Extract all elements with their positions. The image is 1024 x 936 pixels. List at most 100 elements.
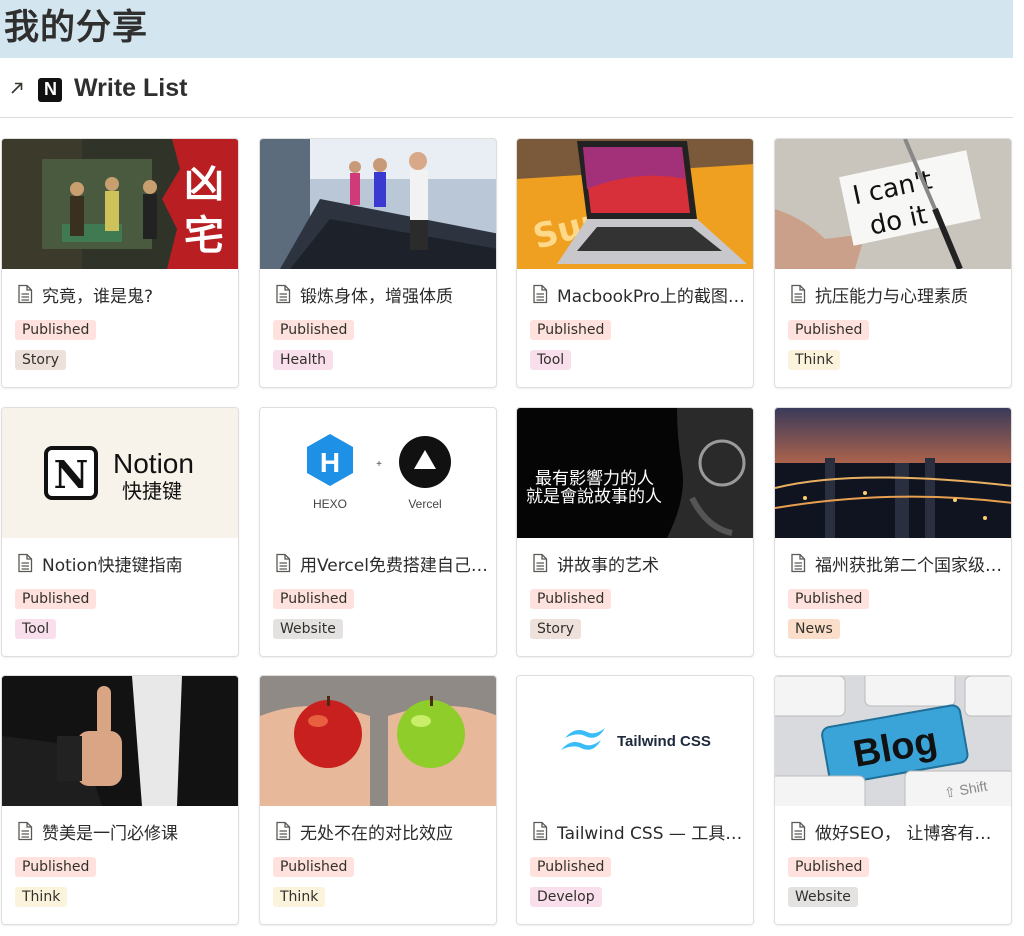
status-badge: Published xyxy=(530,589,612,609)
card-title-row: 抗压能力与心理素质 xyxy=(789,282,1007,307)
gallery-card[interactable]: Sunshi MacbookPro上的截图技巧 Published Tool xyxy=(516,138,754,388)
gallery-card[interactable]: H HEXO + Vercel 用Vercel免费搭建自己的博客 Publish… xyxy=(259,407,497,657)
card-title: 做好SEO， 让博客有更多访问 xyxy=(815,823,1007,844)
status-badge: Published xyxy=(273,857,355,877)
category-badge: Tool xyxy=(530,350,572,370)
card-title-row: 无处不在的对比效应 xyxy=(274,819,492,844)
card-cover xyxy=(2,676,238,806)
category-badge: Health xyxy=(273,350,333,370)
category-badge: Story xyxy=(530,619,581,639)
svg-text:Tailwind CSS: Tailwind CSS xyxy=(617,733,711,750)
svg-text:就是會說故事的人: 就是會說故事的人 xyxy=(526,487,662,507)
card-cover: H HEXO + Vercel xyxy=(260,408,496,538)
svg-text:快捷键: 快捷键 xyxy=(122,479,182,503)
page-icon xyxy=(18,553,33,573)
status-badge: Published xyxy=(530,857,612,877)
svg-text:Notion: Notion xyxy=(113,448,194,479)
status-badge: Published xyxy=(788,320,870,340)
database-header: Write List xyxy=(0,70,1013,118)
category-badge: News xyxy=(788,619,840,639)
card-title: 福州获批第二个国家级新区 xyxy=(815,555,1007,576)
card-title: 锻炼身体，增强体质 xyxy=(300,286,453,307)
card-title-row: 赞美是一门必修课 xyxy=(16,819,234,844)
gallery-card[interactable]: Tailwind CSS Tailwind CSS — 工具优先的CSS框架 P… xyxy=(516,675,754,925)
gallery-card[interactable]: Blog ⇧ Shift 做好SEO， 让博客有更多访问 Published W… xyxy=(774,675,1012,925)
svg-text:H: H xyxy=(320,447,340,478)
page-icon xyxy=(18,821,33,841)
page-icon xyxy=(533,821,548,841)
card-title: Tailwind CSS — 工具优先的CSS框架 xyxy=(557,823,749,844)
card-cover xyxy=(260,139,496,269)
gallery-card[interactable]: 最有影響力的人 就是會說故事的人 讲故事的艺术 Published Story xyxy=(516,407,754,657)
svg-text:N: N xyxy=(54,452,89,497)
page-icon xyxy=(791,553,806,573)
gallery-card[interactable]: I can't do it 抗压能力与心理素质 Published Think xyxy=(774,138,1012,388)
gallery-card[interactable]: 锻炼身体，增强体质 Published Health xyxy=(259,138,497,388)
gallery-card[interactable]: 福州获批第二个国家级新区 Published News xyxy=(774,407,1012,657)
card-title: 赞美是一门必修课 xyxy=(42,823,178,844)
page-icon xyxy=(533,553,548,573)
card-cover: N Notion 快捷键 xyxy=(2,408,238,538)
card-title-row: 福州获批第二个国家级新区 xyxy=(789,551,1007,576)
card-title: Notion快捷键指南 xyxy=(42,555,183,576)
category-badge: Website xyxy=(273,619,343,639)
gallery-card[interactable]: 无处不在的对比效应 Published Think xyxy=(259,675,497,925)
card-title: 用Vercel免费搭建自己的博客 xyxy=(300,555,492,576)
gallery-card[interactable]: 赞美是一门必修课 Published Think xyxy=(1,675,239,925)
category-badge: Think xyxy=(15,887,68,907)
category-badge: Develop xyxy=(530,887,602,907)
status-badge: Published xyxy=(273,320,355,340)
card-cover: I can't do it xyxy=(775,139,1011,269)
status-badge: Published xyxy=(273,589,355,609)
notion-logo-icon xyxy=(38,78,62,102)
card-cover xyxy=(775,408,1011,538)
page-icon xyxy=(791,821,806,841)
category-badge: Website xyxy=(788,887,858,907)
arrow-up-right-icon[interactable] xyxy=(9,80,25,96)
category-badge: Story xyxy=(15,350,66,370)
card-cover: 凶 宅 xyxy=(2,139,238,269)
database-title[interactable]: Write List xyxy=(74,74,187,103)
svg-text:凶: 凶 xyxy=(184,161,224,207)
card-title-row: 究竟，谁是鬼? xyxy=(16,282,234,307)
svg-text:+: + xyxy=(376,459,382,470)
svg-text:最有影響力的人: 最有影響力的人 xyxy=(535,469,654,489)
card-title: 究竟，谁是鬼? xyxy=(42,286,154,307)
page-icon xyxy=(18,284,33,304)
svg-text:Vercel: Vercel xyxy=(408,497,441,511)
page-title: 我的分享 xyxy=(4,8,149,48)
status-badge: Published xyxy=(15,857,97,877)
status-badge: Published xyxy=(788,857,870,877)
card-cover xyxy=(260,676,496,806)
card-cover: Sunshi xyxy=(517,139,753,269)
category-badge: Think xyxy=(273,887,326,907)
card-title-row: 锻炼身体，增强体质 xyxy=(274,282,492,307)
page-icon xyxy=(791,284,806,304)
card-title: 无处不在的对比效应 xyxy=(300,823,453,844)
svg-text:宅: 宅 xyxy=(184,213,224,259)
gallery-card[interactable]: 凶 宅 究竟，谁是鬼? Published Story xyxy=(1,138,239,388)
card-cover: 最有影響力的人 就是會說故事的人 xyxy=(517,408,753,538)
gallery-card[interactable]: N Notion 快捷键 Notion快捷键指南 Published Tool xyxy=(1,407,239,657)
card-title-row: Tailwind CSS — 工具优先的CSS框架 xyxy=(531,819,749,844)
page-icon xyxy=(276,553,291,573)
card-title: MacbookPro上的截图技巧 xyxy=(557,286,749,307)
status-badge: Published xyxy=(15,320,97,340)
category-badge: Think xyxy=(788,350,841,370)
card-title: 讲故事的艺术 xyxy=(557,555,659,576)
svg-text:HEXO: HEXO xyxy=(313,497,347,511)
page-icon xyxy=(276,284,291,304)
card-title-row: 做好SEO， 让博客有更多访问 xyxy=(789,819,1007,844)
page-banner: 我的分享 xyxy=(0,0,1013,58)
card-title: 抗压能力与心理素质 xyxy=(815,286,968,307)
status-badge: Published xyxy=(530,320,612,340)
page-icon xyxy=(276,821,291,841)
card-title-row: MacbookPro上的截图技巧 xyxy=(531,282,749,307)
card-cover: Tailwind CSS xyxy=(517,676,753,806)
page-icon xyxy=(533,284,548,304)
card-cover: Blog ⇧ Shift xyxy=(775,676,1011,806)
gallery-grid: 凶 宅 究竟，谁是鬼? Published Story 锻炼身体，增强体质 Pu… xyxy=(0,138,1013,928)
card-title-row: Notion快捷键指南 xyxy=(16,551,234,576)
card-title-row: 讲故事的艺术 xyxy=(531,551,749,576)
card-title-row: 用Vercel免费搭建自己的博客 xyxy=(274,551,492,576)
